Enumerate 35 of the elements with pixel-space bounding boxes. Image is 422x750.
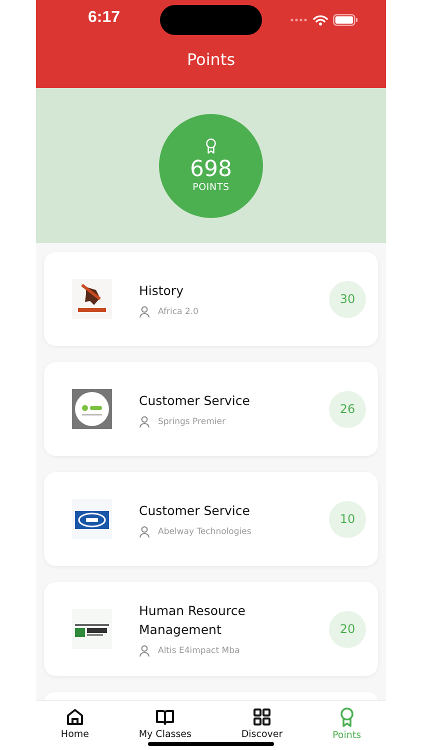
grid-icon	[252, 707, 272, 727]
points-badge: 10	[329, 500, 366, 538]
signal-icon	[290, 18, 308, 22]
person-icon	[139, 526, 150, 538]
class-title: Customer Service	[139, 502, 251, 520]
page-title: Points	[186, 50, 236, 69]
person-icon	[139, 645, 150, 657]
class-title: Human Resource Management	[139, 602, 246, 639]
instructor-name: Springs Premier	[158, 416, 226, 426]
class-card[interactable]: Customer Service Abelway Technologies 10	[44, 472, 378, 566]
instructor-name: Abelway Technologies	[158, 526, 252, 536]
points-label: POINTS	[192, 182, 230, 193]
class-card[interactable]: Human Resource Management Altis E4impact Mba 20	[44, 582, 378, 676]
wifi-icon	[313, 14, 328, 26]
person-icon	[139, 306, 150, 318]
instructor-name: Altis E4impact Mba	[158, 646, 240, 656]
award-icon	[205, 138, 217, 154]
person-icon	[139, 416, 150, 428]
book-icon	[155, 707, 176, 727]
class-card[interactable]: Customer Service Springs Premier 26	[44, 362, 378, 456]
home-icon	[64, 707, 85, 727]
tab-item[interactable]: Home	[60, 707, 89, 740]
points-badge: 26	[329, 390, 366, 428]
points-badge: 20	[329, 610, 366, 648]
tab-item[interactable]: My Classes	[138, 707, 192, 740]
award-icon	[338, 707, 355, 728]
instructor-name: Africa 2.0	[158, 306, 198, 316]
points-total: 698	[190, 158, 232, 182]
points-badge: 30	[329, 280, 366, 318]
class-card[interactable]: History Africa 2.0 30	[44, 252, 378, 346]
class-title: Customer Service	[139, 392, 251, 410]
battery-icon	[333, 14, 358, 26]
tab-item[interactable]: Discover	[241, 707, 283, 740]
class-title: History	[139, 282, 184, 300]
status-time: 6:17	[88, 9, 120, 27]
